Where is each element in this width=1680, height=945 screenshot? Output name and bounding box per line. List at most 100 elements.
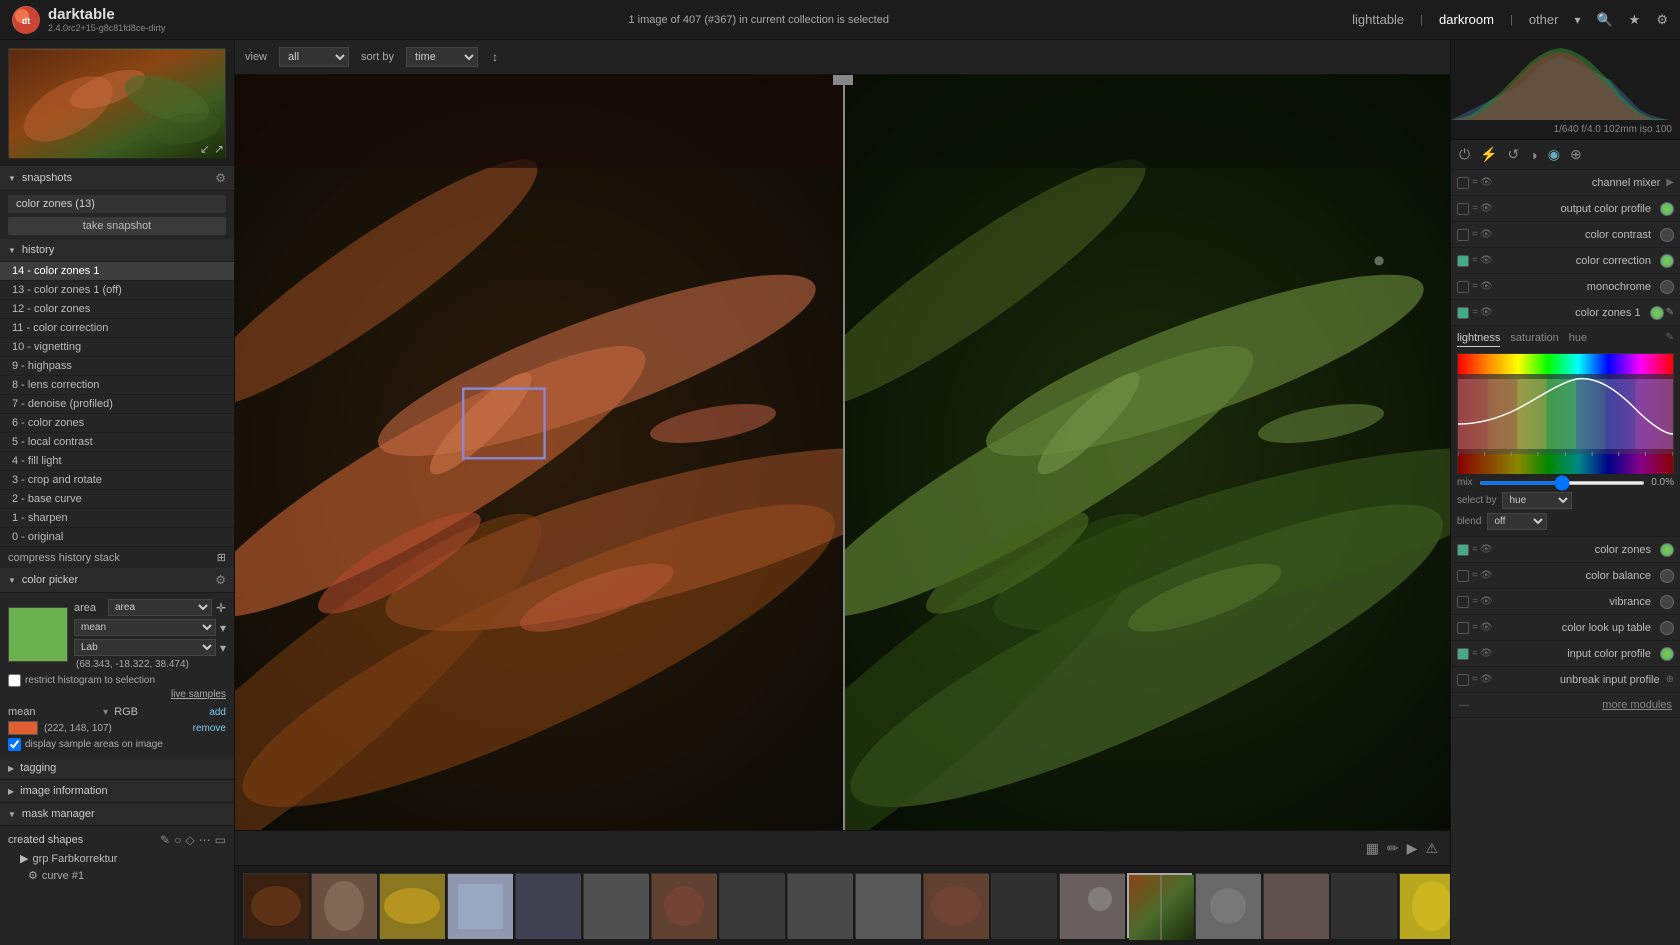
history-item-14[interactable]: 14 - color zones 1: [0, 262, 234, 281]
r-power-icon[interactable]: ⏻: [1459, 146, 1470, 163]
module-eye-icon-vibrance[interactable]: 👁: [1480, 596, 1493, 607]
mask-tool-rect[interactable]: ▭: [215, 833, 226, 847]
snapshots-settings-icon[interactable]: ⚙: [215, 171, 226, 185]
cz-tab-saturation[interactable]: saturation: [1510, 332, 1558, 347]
module-eq-icon-color-lut[interactable]: =: [1472, 622, 1478, 633]
history-item-11[interactable]: 11 - color correction: [0, 319, 234, 338]
module-eye-icon-channel-mixer[interactable]: 👁: [1480, 177, 1493, 188]
module-eq-icon-unbreak[interactable]: =: [1472, 674, 1478, 685]
film-thumb-1[interactable]: [311, 873, 376, 938]
module-eq-icon-monochrome[interactable]: =: [1472, 281, 1478, 292]
cz-blend-select[interactable]: off normal multiply: [1487, 513, 1547, 530]
history-item-7[interactable]: 7 - denoise (profiled): [0, 395, 234, 414]
more-modules-button[interactable]: more modules: [1602, 699, 1672, 711]
film-thumb-5[interactable]: [583, 873, 648, 938]
module-toggle-color-balance[interactable]: [1457, 570, 1469, 582]
module-toggle-channel-mixer[interactable]: [1457, 177, 1469, 189]
film-thumb-11[interactable]: [991, 873, 1056, 938]
film-thumb-15[interactable]: [1263, 873, 1328, 938]
module-toggle-vibrance[interactable]: [1457, 596, 1469, 608]
module-eq-icon-color-correction[interactable]: =: [1472, 255, 1478, 266]
film-thumb-6[interactable]: [651, 873, 716, 938]
r-gamut-icon[interactable]: ⊕: [1570, 146, 1582, 163]
module-toggle-color-contrast[interactable]: [1457, 229, 1469, 241]
module-eq-icon-color-contrast[interactable]: =: [1472, 229, 1478, 240]
split-line[interactable]: [843, 75, 845, 830]
module-eye-icon-color-contrast[interactable]: 👁: [1480, 229, 1493, 240]
cp-down-arrow[interactable]: ▾: [220, 621, 226, 635]
cp-remove-link[interactable]: remove: [193, 723, 226, 734]
view-select[interactable]: all rated rejected: [279, 47, 349, 67]
split-handle-top[interactable]: [833, 75, 853, 85]
history-item-6[interactable]: 6 - color zones: [0, 414, 234, 433]
module-eq-icon-color-zones-1[interactable]: =: [1472, 307, 1478, 318]
cz-tab-hue[interactable]: hue: [1569, 332, 1587, 347]
nav-other[interactable]: other: [1529, 12, 1559, 27]
film-thumb-13[interactable]: [1127, 873, 1192, 938]
image-information-header[interactable]: ▶ image information: [0, 780, 234, 803]
history-item-1[interactable]: 1 - sharpen: [0, 509, 234, 528]
module-toggle-color-lut[interactable]: [1457, 622, 1469, 634]
mask-tool-pencil[interactable]: ✎: [160, 833, 170, 847]
film-thumb-10[interactable]: [923, 873, 988, 938]
film-thumb-12[interactable]: [1059, 873, 1124, 938]
module-eq-icon-output[interactable]: =: [1472, 203, 1478, 214]
module-toggle-color-zones[interactable]: [1457, 544, 1469, 556]
color-picker-header[interactable]: ▼ color picker ⚙: [0, 568, 234, 593]
film-thumb-8[interactable]: [787, 873, 852, 938]
film-thumb-0[interactable]: [243, 873, 308, 938]
history-header[interactable]: ▼ history: [0, 239, 234, 262]
module-eye-icon-unbreak[interactable]: 👁: [1480, 674, 1493, 685]
nav-darkroom[interactable]: darkroom: [1439, 12, 1494, 27]
film-thumb-16[interactable]: [1331, 873, 1396, 938]
film-thumb-4[interactable]: [515, 873, 580, 938]
cz-select-by-select[interactable]: hue saturation lightness: [1502, 492, 1572, 509]
module-eye-icon-monochrome[interactable]: 👁: [1480, 281, 1493, 292]
r-softproof-icon[interactable]: ◉: [1548, 146, 1560, 163]
history-item-2[interactable]: 2 - base curve: [0, 490, 234, 509]
mask-tool-diamond[interactable]: ◇: [185, 833, 194, 847]
cp-lab-arrow[interactable]: ▾: [220, 641, 226, 655]
bt-warn-icon[interactable]: ⚠: [1425, 840, 1438, 857]
cz-mix-slider[interactable]: [1479, 481, 1646, 485]
module-eq-icon-color-balance[interactable]: =: [1472, 570, 1478, 581]
history-item-8[interactable]: 8 - lens correction: [0, 376, 234, 395]
color-picker-settings-icon[interactable]: ⚙: [215, 573, 226, 587]
module-eye-icon-color-correction[interactable]: 👁: [1480, 255, 1493, 266]
cz-canvas[interactable]: [1457, 353, 1674, 473]
cz-edit-icon[interactable]: ✎: [1666, 332, 1674, 347]
film-thumb-17[interactable]: [1399, 873, 1450, 938]
bt-grid-icon[interactable]: ▦: [1366, 840, 1379, 857]
film-thumb-3[interactable]: [447, 873, 512, 938]
history-item-9[interactable]: 9 - highpass: [0, 357, 234, 376]
cp-area-select[interactable]: area point: [108, 599, 212, 616]
bt-edit-icon[interactable]: ✏: [1387, 840, 1399, 857]
module-eye-icon-output[interactable]: 👁: [1480, 203, 1493, 214]
history-item-12[interactable]: 12 - color zones: [0, 300, 234, 319]
cp-lab-select[interactable]: Lab RGB HSL: [74, 639, 216, 656]
module-toggle-input-color-profile[interactable]: [1457, 648, 1469, 660]
cp-mean-arrow[interactable]: ▾: [103, 707, 108, 718]
module-eye-icon-color-lut[interactable]: 👁: [1480, 622, 1493, 633]
film-thumb-2[interactable]: [379, 873, 444, 938]
film-thumb-9[interactable]: [855, 873, 920, 938]
module-toggle-output-color-profile[interactable]: [1457, 203, 1469, 215]
mask-manager-header[interactable]: ▼ mask manager: [0, 803, 234, 826]
nav-dropdown-arrow[interactable]: ▾: [1574, 13, 1580, 27]
sort-direction-button[interactable]: ↕: [490, 48, 500, 66]
module-eye-icon-input-color-profile[interactable]: 👁: [1480, 648, 1493, 659]
mask-sub-item-curve[interactable]: ⚙ curve #1: [8, 867, 226, 884]
cp-live-samples-link[interactable]: live samples: [8, 689, 226, 700]
module-eye-icon-color-zones-1[interactable]: 👁: [1480, 307, 1493, 318]
cp-add-link[interactable]: add: [209, 707, 226, 718]
cp-display-checkbox[interactable]: [8, 738, 21, 751]
cp-picker-icon[interactable]: ✛: [216, 601, 226, 615]
bt-play-icon[interactable]: ▶: [1407, 840, 1418, 857]
module-eq-icon-vibrance[interactable]: =: [1472, 596, 1478, 607]
module-eye-icon-color-zones[interactable]: 👁: [1480, 544, 1493, 555]
r-overexpose-icon[interactable]: ◑: [1529, 147, 1537, 163]
thumb-zoom-out[interactable]: ↙: [200, 142, 210, 156]
cz-tab-lightness[interactable]: lightness: [1457, 332, 1500, 347]
nav-icon-star[interactable]: ★: [1629, 12, 1641, 28]
module-eye-icon-color-balance[interactable]: 👁: [1480, 570, 1493, 581]
